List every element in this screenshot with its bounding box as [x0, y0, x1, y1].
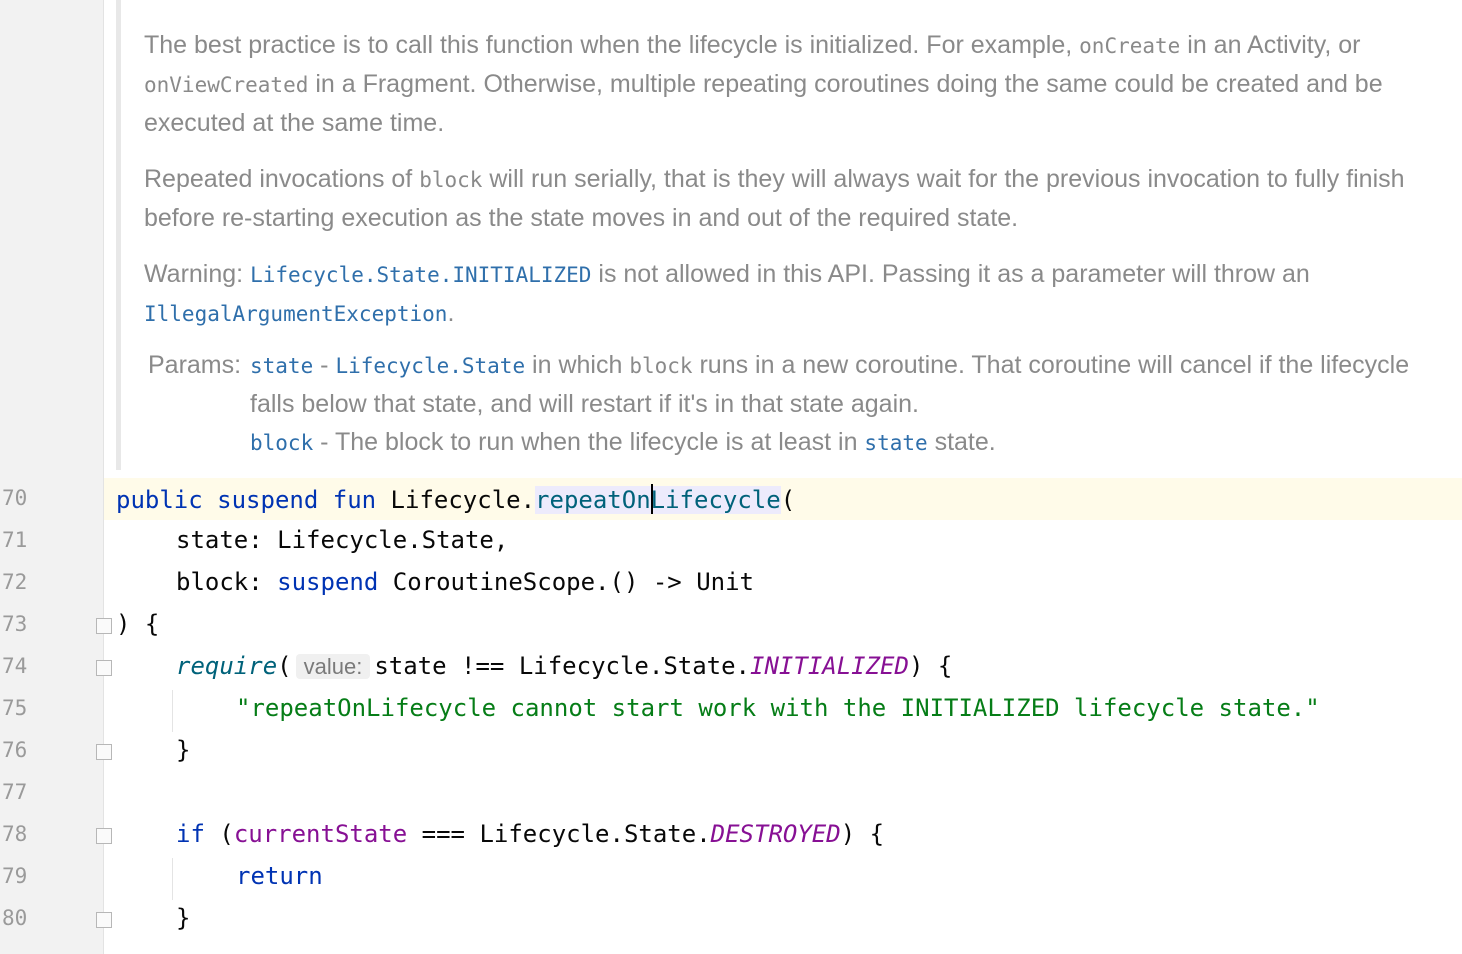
parameter-hint: value:: [295, 654, 371, 679]
link-illegal-argument-exception[interactable]: IllegalArgumentException: [144, 302, 447, 326]
code-line-71[interactable]: state: Lifecycle.State,: [176, 526, 508, 554]
indent-guide: [172, 858, 173, 900]
code-line-75[interactable]: "repeatOnLifecycle cannot start work wit…: [236, 694, 1320, 722]
code-line-79[interactable]: return: [236, 862, 323, 890]
code-line-70[interactable]: public suspend fun Lifecycle.repeatOnLif…: [116, 484, 795, 514]
param-block-name: block: [250, 431, 314, 455]
indent-guide: [172, 690, 173, 732]
line-number[interactable]: 74: [2, 654, 42, 678]
fold-end-marker-icon[interactable]: [96, 912, 112, 928]
doc-code-oncreate: onCreate: [1079, 34, 1181, 58]
link-lifecycle-state[interactable]: Lifecycle.State: [335, 354, 525, 378]
code-line-74[interactable]: require(value: state !== Lifecycle.State.…: [176, 652, 952, 680]
fold-end-marker-icon[interactable]: [96, 744, 112, 760]
doc-paragraph-1: The best practice is to call this functi…: [144, 31, 1383, 137]
doc-warning: Warning: Lifecycle.State.INITIALIZED is …: [144, 260, 1310, 327]
function-name-highlight[interactable]: repeatOnLifecycle: [535, 484, 781, 514]
doc-code-block: block: [419, 168, 483, 192]
param-state: state - Lifecycle.State in which block r…: [250, 351, 1410, 418]
editor-gutter: [0, 0, 104, 954]
param-block: block - The block to run when the lifecy…: [250, 428, 996, 456]
line-number[interactable]: 70: [2, 486, 42, 510]
fold-marker-icon[interactable]: [96, 828, 112, 844]
code-line-80[interactable]: }: [176, 904, 190, 932]
code-line-76[interactable]: }: [176, 736, 190, 764]
fold-marker-icon[interactable]: [96, 618, 112, 634]
code-line-73[interactable]: ) {: [116, 610, 159, 638]
line-number[interactable]: 79: [2, 864, 42, 888]
gutter-divider: [103, 0, 104, 954]
link-lifecycle-state-initialized[interactable]: Lifecycle.State.INITIALIZED: [250, 263, 591, 287]
line-number[interactable]: 76: [2, 738, 42, 762]
code-line-78[interactable]: if (currentState === Lifecycle.State.DES…: [176, 820, 884, 848]
doc-code-onviewcreated: onViewCreated: [144, 73, 309, 97]
line-number[interactable]: 80: [2, 906, 42, 930]
line-number[interactable]: 72: [2, 570, 42, 594]
code-line-72[interactable]: block: suspend CoroutineScope.() -> Unit: [176, 568, 754, 596]
link-state[interactable]: state: [864, 431, 927, 455]
doc-paragraph-2: Repeated invocations of block will run s…: [144, 165, 1405, 232]
line-number[interactable]: 75: [2, 696, 42, 720]
fold-marker-icon[interactable]: [96, 660, 112, 676]
doc-comment-bar: [116, 0, 121, 470]
params-label: Params:: [148, 351, 242, 379]
line-number[interactable]: 78: [2, 822, 42, 846]
line-number[interactable]: 71: [2, 528, 42, 552]
param-state-name: state: [250, 354, 314, 378]
line-number[interactable]: 73: [2, 612, 42, 636]
line-number[interactable]: 77: [2, 780, 42, 804]
rendered-doc-comment: The best practice is to call this functi…: [144, 26, 1444, 351]
